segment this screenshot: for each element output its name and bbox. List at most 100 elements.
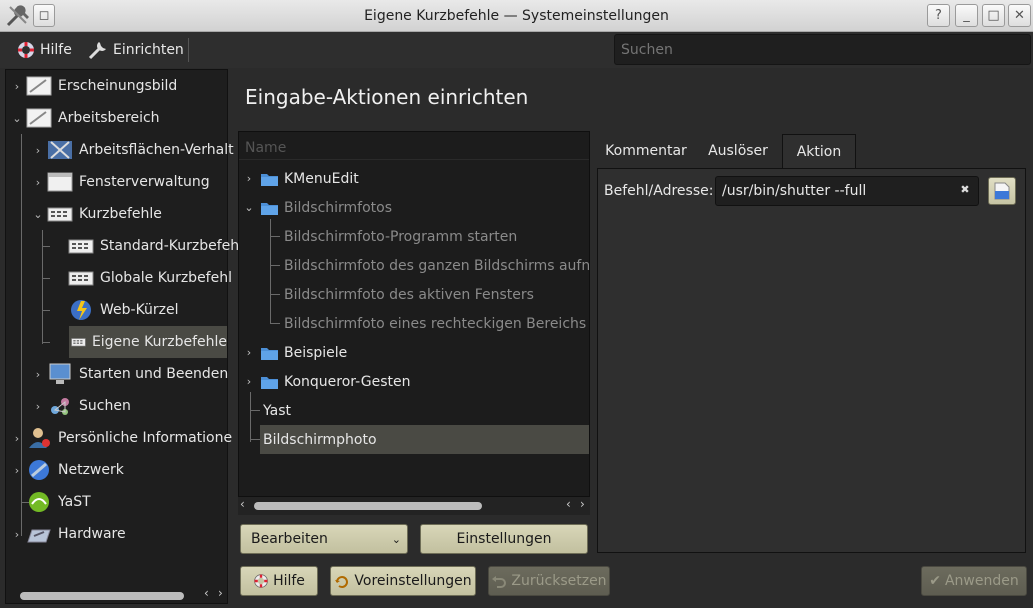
list-item-label: Konqueror-Gesten (284, 373, 411, 390)
minimize-button[interactable]: _ (955, 4, 978, 27)
tree-item-eigene-kurzbefehle[interactable]: Eigene Kurzbefehle (69, 326, 227, 358)
sidebar-horizontal-scrollbar[interactable]: ‹ › (8, 586, 228, 604)
tree-item-hardware[interactable]: › Hardware (10, 518, 126, 550)
clear-icon[interactable]: ✖ (957, 182, 973, 198)
tree-item-label: Kurzbefehle (79, 206, 162, 222)
tab-kommentar[interactable]: Kommentar (600, 134, 692, 168)
tree-item-label: Persönliche Informatione (58, 430, 233, 446)
tree-item-fensterverwaltung[interactable]: › Fensterverwaltung (31, 166, 210, 198)
tree-line (270, 294, 280, 295)
chevron-right-icon[interactable]: › (31, 144, 45, 157)
list-item-screenshot-fullscreen[interactable]: Bildschirmfoto des ganzen Bildschirms au… (284, 251, 589, 280)
chevron-right-icon[interactable]: › (31, 176, 45, 189)
chevron-down-icon[interactable]: ⌄ (31, 208, 45, 221)
tree-item-standard-kurzbefehle[interactable]: Standard-Kurzbefeh (52, 230, 239, 262)
defaults-button[interactable]: Voreinstellungen (330, 566, 476, 596)
list-item-screenshot-start[interactable]: Bildschirmfoto-Programm starten (284, 222, 517, 251)
reset-button[interactable]: Zurücksetzen (488, 566, 610, 596)
list-item-bildschirmphoto[interactable]: Bildschirmphoto (260, 425, 589, 454)
scroll-right-icon[interactable]: › (580, 497, 585, 511)
tree-line (250, 439, 260, 440)
tab-ausloeser[interactable]: Auslöser (700, 134, 776, 168)
tree-item-starten-beenden[interactable]: › Starten und Beenden (31, 358, 228, 390)
web-icon (71, 300, 91, 320)
apply-button[interactable]: ✔ Anwenden (921, 566, 1027, 596)
tree-line (42, 230, 43, 344)
chevron-down-icon[interactable]: ⌄ (10, 112, 24, 125)
chevron-right-icon[interactable]: › (241, 346, 257, 359)
help-toolbar-button[interactable]: Hilfe (16, 36, 72, 64)
scrollbar-thumb[interactable] (20, 592, 184, 600)
search-input[interactable] (614, 34, 1031, 65)
keyboard-icon (47, 207, 73, 222)
help-window-button[interactable]: ? (927, 4, 950, 27)
list-item-konqueror-gesten[interactable]: › Konqueror-Gesten (241, 367, 411, 396)
footer-help-button[interactable]: Hilfe (240, 566, 318, 596)
tree-item-web-kuerzel[interactable]: Web-Kürzel (52, 294, 179, 326)
tree-item-suchen[interactable]: › Suchen (31, 390, 131, 422)
scroll-left-icon[interactable]: ‹ (204, 586, 209, 600)
edit-button[interactable]: Bearbeiten ⌄ (240, 524, 408, 554)
tree-item-arbeitsbereich[interactable]: ⌄ Arbeitsbereich (10, 102, 160, 134)
tree-item-label: Hardware (58, 526, 126, 542)
tree-item-netzwerk[interactable]: › Netzwerk (10, 454, 124, 486)
chevron-right-icon[interactable]: › (31, 368, 45, 381)
tree-item-label: Suchen (79, 398, 131, 414)
category-tree[interactable]: › Erscheinungsbild ⌄ Arbeitsbereich › Ar… (5, 69, 239, 604)
chevron-down-icon: ⌄ (391, 532, 401, 546)
tree-item-arbeitsflaechen[interactable]: › Arbeitsflächen-Verhalt (31, 134, 234, 166)
chevron-right-icon[interactable]: › (10, 464, 24, 477)
chevron-right-icon[interactable]: › (31, 400, 45, 413)
tree-item-yast[interactable]: YaST (10, 486, 91, 518)
tree-item-label: Web-Kürzel (100, 302, 179, 318)
maximize-button[interactable]: □ (982, 4, 1005, 27)
list-item-screenshot-active-window[interactable]: Bildschirmfoto des aktiven Fensters (284, 280, 534, 309)
tree-item-kurzbefehle[interactable]: ⌄ Kurzbefehle (31, 198, 162, 230)
tab-aktion[interactable]: Aktion (782, 134, 856, 168)
chevron-right-icon[interactable]: › (10, 432, 24, 445)
list-item-label: Bildschirmfoto-Programm starten (284, 228, 518, 245)
open-file-icon (994, 182, 1010, 200)
action-tree[interactable]: Name › KMenuEdit ⌄ Bildschirmfotos Bilds… (238, 131, 590, 497)
tree-item-erscheinungsbild[interactable]: › Erscheinungsbild (10, 70, 177, 102)
tree-item-label: Standard-Kurzbefeh (100, 238, 240, 254)
list-item-yast[interactable]: Yast (263, 396, 291, 425)
tree-line (42, 278, 50, 279)
tree-line (250, 392, 251, 442)
folder-icon (261, 202, 278, 215)
chevron-down-icon[interactable]: ⌄ (241, 201, 257, 214)
search-icon (51, 398, 69, 415)
list-horizontal-scrollbar[interactable]: ‹ ‹ › (238, 497, 590, 515)
help-lifebuoy-icon (18, 42, 34, 58)
scroll-left-icon[interactable]: ‹ (566, 497, 571, 511)
close-button[interactable]: ✕ (1008, 4, 1031, 27)
list-item-kmenuedit[interactable]: › KMenuEdit (241, 164, 359, 193)
footer-help-label: Hilfe (273, 573, 305, 589)
configure-toolbar-button[interactable]: Einrichten (87, 36, 184, 64)
list-item-screenshot-region[interactable]: Bildschirmfoto eines rechteckigen Bereic… (284, 309, 586, 338)
tree-line (250, 410, 260, 411)
list-item-bildschirmfotos[interactable]: ⌄ Bildschirmfotos (241, 193, 392, 222)
scroll-left-icon[interactable]: ‹ (240, 497, 245, 511)
chevron-right-icon[interactable]: › (10, 80, 24, 93)
command-input[interactable] (715, 176, 979, 206)
browse-file-button[interactable] (988, 177, 1016, 205)
list-item-beispiele[interactable]: › Beispiele (241, 338, 348, 367)
tree-line (270, 236, 280, 237)
edit-button-label: Bearbeiten (251, 531, 328, 547)
command-label: Befehl/Adresse: (604, 183, 714, 199)
scrollbar-thumb[interactable] (254, 502, 482, 510)
tree-line (42, 310, 50, 311)
help-toolbar-label: Hilfe (40, 42, 72, 58)
list-header-name[interactable]: Name (239, 132, 589, 160)
tree-item-label: Arbeitsflächen-Verhalt (79, 142, 234, 158)
tree-item-persoenliche-informationen[interactable]: › Persönliche Informatione (10, 422, 232, 454)
chevron-right-icon[interactable]: › (241, 375, 257, 388)
chevron-right-icon[interactable]: › (10, 528, 24, 541)
tree-item-globale-kurzbefehle[interactable]: Globale Kurzbefehl (52, 262, 232, 294)
chevron-right-icon[interactable]: › (241, 172, 257, 185)
scroll-right-icon[interactable]: › (218, 586, 223, 600)
yast-icon (29, 492, 49, 512)
startup-icon (49, 363, 71, 384)
settings-button[interactable]: Einstellungen (420, 524, 588, 554)
